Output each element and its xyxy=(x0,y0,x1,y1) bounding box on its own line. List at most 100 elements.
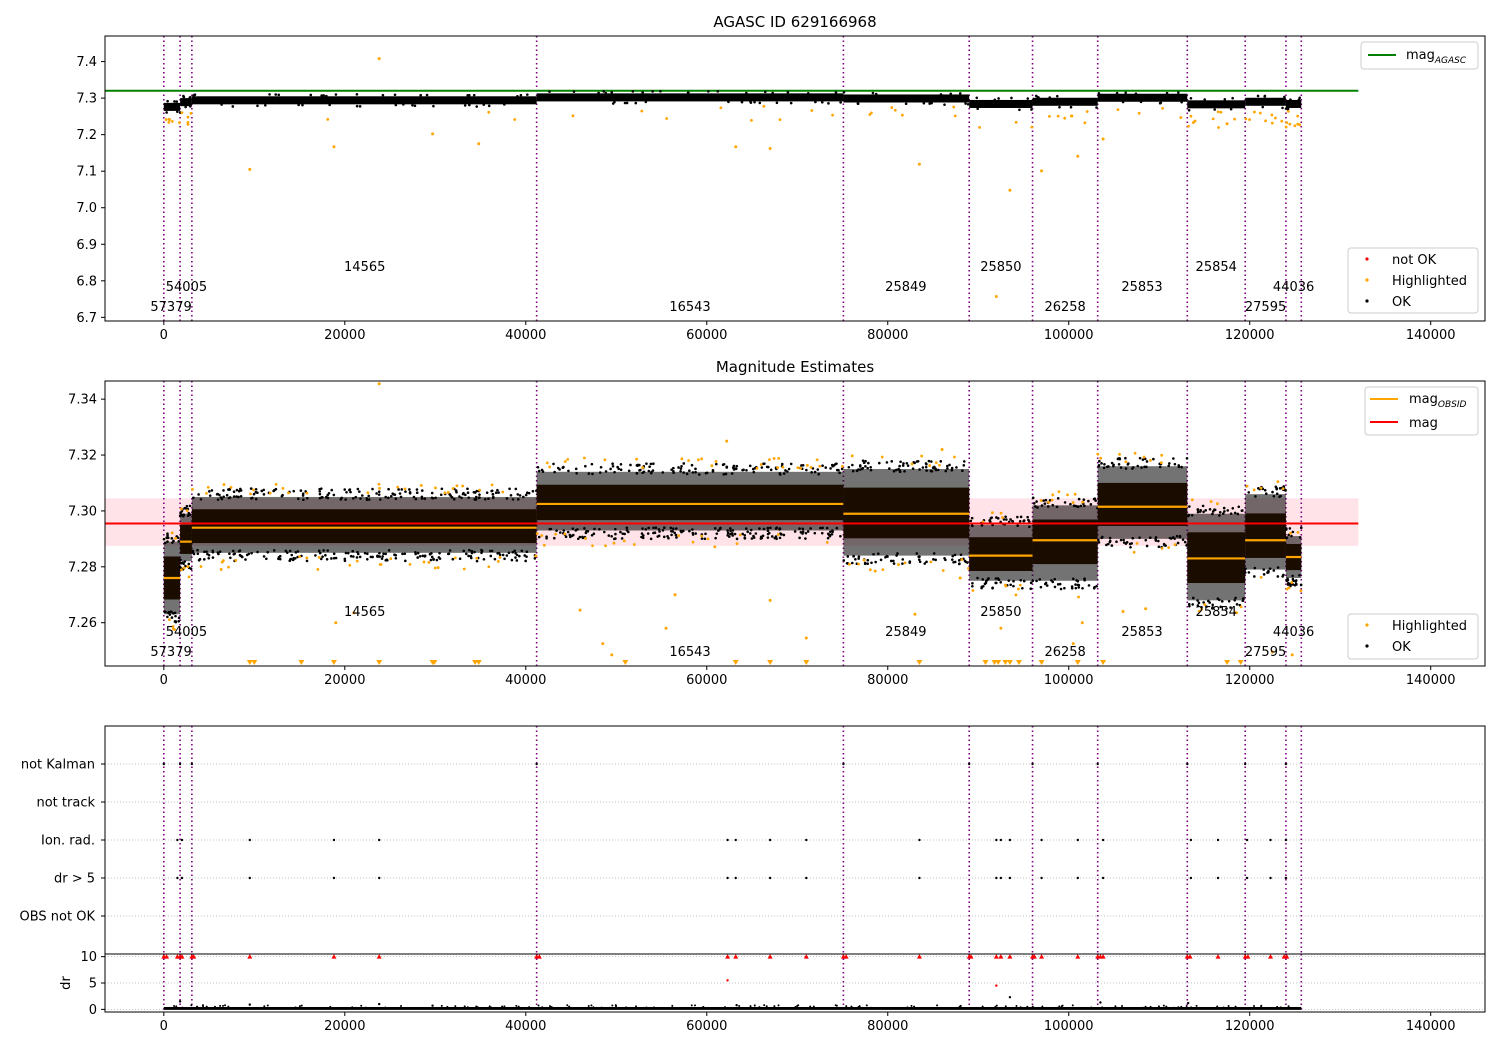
highlighted-point xyxy=(1070,114,1074,118)
ok-point xyxy=(478,496,481,499)
ok-point xyxy=(487,104,491,108)
highlighted-point xyxy=(249,492,252,496)
x-tick-label: 20000 xyxy=(324,1019,365,1034)
ok-point xyxy=(787,467,791,471)
ok-point xyxy=(1077,586,1081,589)
panel1-title: AGASC ID 629166968 xyxy=(713,13,876,31)
ok-point xyxy=(927,459,931,463)
ok-point xyxy=(482,103,486,106)
ok-point xyxy=(730,472,734,475)
clipped-marker xyxy=(1015,660,1022,665)
ok-point xyxy=(1282,573,1285,577)
ok-point xyxy=(874,560,877,564)
ok-point xyxy=(309,93,313,97)
highlighted-point xyxy=(913,612,917,616)
ok-point xyxy=(346,551,350,555)
ok-point xyxy=(934,558,937,562)
ok-point xyxy=(345,490,348,494)
highlighted-point xyxy=(640,109,644,113)
flag-point xyxy=(332,838,336,842)
dr-point xyxy=(454,1005,457,1008)
dr-point xyxy=(611,1007,614,1010)
ok-point xyxy=(801,530,805,534)
dr-point xyxy=(625,1006,628,1009)
ok-point xyxy=(763,90,767,94)
highlighted-point xyxy=(1244,117,1248,121)
ok-point xyxy=(514,551,517,555)
dr-point xyxy=(503,1005,506,1008)
ok-point xyxy=(1233,511,1237,515)
ok-point xyxy=(516,498,520,501)
ok-point xyxy=(375,492,378,495)
ok-point xyxy=(454,489,458,492)
ok-point xyxy=(996,577,1000,580)
ok-point xyxy=(473,498,476,501)
ok-point xyxy=(527,491,531,495)
ok-point xyxy=(704,532,707,536)
highlighted-point xyxy=(1057,490,1061,494)
ok-points-core xyxy=(1097,482,1188,526)
ok-point xyxy=(277,93,281,97)
ok-point xyxy=(1163,543,1166,547)
legend-ok-marker xyxy=(1365,299,1369,303)
dr-point xyxy=(1041,1005,1044,1008)
ok-point xyxy=(468,103,471,107)
ok-point xyxy=(744,527,748,530)
legend-not-ok-marker xyxy=(1365,257,1369,261)
ok-point xyxy=(640,532,644,535)
ok-point xyxy=(250,497,253,500)
ok-point xyxy=(903,469,906,473)
ok-point xyxy=(691,528,694,531)
ok-point xyxy=(508,487,511,491)
ok-point xyxy=(661,529,665,532)
dr-point xyxy=(181,1006,184,1009)
ok-point xyxy=(1074,586,1078,590)
highlighted-point xyxy=(180,568,183,572)
dr-point xyxy=(1276,1005,1279,1008)
ok-point xyxy=(647,526,650,530)
dr-point xyxy=(910,1004,913,1007)
highlighted-point xyxy=(890,106,894,109)
ok-point xyxy=(670,533,673,537)
highlighted-point xyxy=(545,461,549,465)
dr-point xyxy=(175,1005,178,1008)
ok-point xyxy=(806,91,810,95)
clipped-marker xyxy=(1074,660,1081,665)
ok-point xyxy=(489,554,493,558)
flag-point xyxy=(178,762,182,766)
highlighted-point xyxy=(167,117,171,121)
highlighted-point xyxy=(403,487,407,491)
dr-point xyxy=(224,1004,227,1007)
ok-point xyxy=(1040,504,1044,507)
ok-point xyxy=(675,536,678,539)
ok-point xyxy=(1158,465,1162,469)
ok-point xyxy=(964,102,967,105)
ok-point xyxy=(1136,464,1140,468)
ok-point xyxy=(254,497,258,501)
highlighted-point xyxy=(999,626,1003,630)
ok-point xyxy=(188,504,192,508)
panel2-legend-lower: Highlighted OK xyxy=(1347,613,1479,660)
ok-point xyxy=(1122,538,1125,542)
ok-point xyxy=(379,498,382,501)
ok-point xyxy=(415,488,419,491)
ok-point xyxy=(694,470,697,474)
ok-point xyxy=(1119,538,1123,542)
dr-point xyxy=(488,1005,491,1008)
panel-magnitude-estimates: Magnitude Estimates 57379540051456516543… xyxy=(68,358,1486,688)
ok-point xyxy=(524,559,527,563)
highlighted-point xyxy=(755,466,759,470)
ok-point xyxy=(921,466,925,469)
highlighted-point xyxy=(475,556,479,560)
flag-point xyxy=(1284,762,1288,766)
ok-point xyxy=(302,498,305,502)
ok-point xyxy=(1055,505,1059,509)
highlighted-point xyxy=(1264,119,1267,123)
ok-point xyxy=(416,556,419,559)
highlighted-point xyxy=(377,382,381,386)
ok-point xyxy=(958,562,961,565)
ok-point xyxy=(1196,508,1200,511)
ok-point xyxy=(917,555,920,559)
highlighted-point xyxy=(540,534,544,537)
dr-point xyxy=(248,1003,251,1006)
